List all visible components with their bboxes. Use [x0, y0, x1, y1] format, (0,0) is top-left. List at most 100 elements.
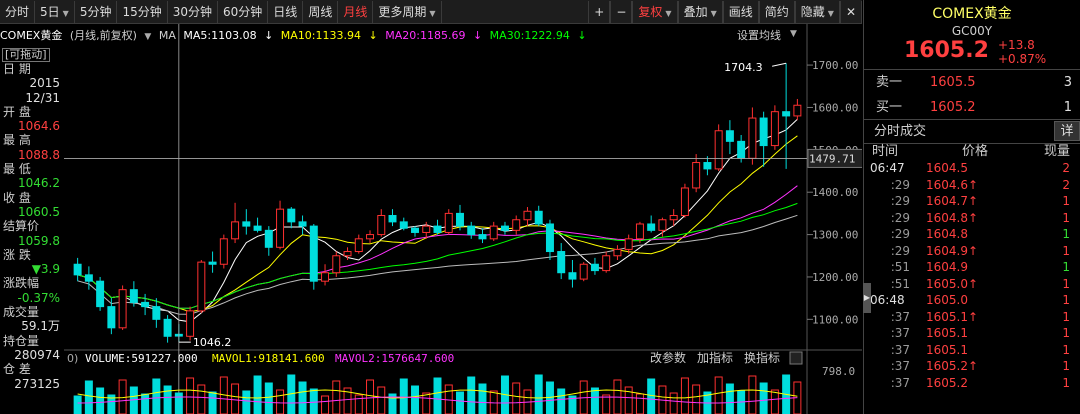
tick-row: :29 1604.8 1	[864, 226, 1080, 243]
tick-time: 06:47	[870, 161, 905, 175]
quote-header: COMEX黄金 GC00Y 1605.2 +13.8 +0.87%	[864, 0, 1080, 70]
up-arrow-icon: ↑	[968, 276, 979, 291]
tick-row: :29 1604.6↑ 2	[864, 177, 1080, 194]
period-tab[interactable]: 月线	[338, 0, 374, 23]
caret-down-icon: ▼	[665, 8, 672, 18]
candle-body	[534, 210, 543, 225]
caret-down-icon: ▼	[62, 8, 69, 18]
period-tab[interactable]: 5日 ▼	[35, 0, 75, 23]
period-tab[interactable]: 60分钟	[218, 0, 269, 23]
volume-bar	[647, 378, 656, 414]
candle-body	[388, 215, 397, 223]
period-tab[interactable]: 15分钟	[117, 0, 168, 23]
mavol1-label: MAVOL1:918141.600	[212, 352, 325, 365]
candle-body	[613, 248, 622, 257]
toolbar-button[interactable]: 复权 ▼	[632, 0, 678, 23]
col-price: 价格	[962, 144, 989, 159]
tick-price-cell: 1605.1	[926, 342, 968, 359]
tick-list[interactable]: 06:47 1604.5 2:29 1604.6↑ 2:29 1604.7↑ 1:29 160…	[864, 160, 1080, 391]
tick-price-cell: 1605.0↑	[926, 276, 978, 293]
price-change: +13.8 +0.87%	[998, 38, 1046, 66]
period-tab[interactable]: 日线	[268, 0, 304, 23]
tick-column-headers: 时间 价格 现量	[864, 144, 1080, 160]
toolbar-button[interactable]: 叠加 ▼	[677, 0, 723, 23]
info-row: 仓 差	[0, 362, 62, 376]
instrument-code: GC00Y	[951, 24, 993, 38]
tick-time: :29	[890, 194, 910, 208]
period-tab[interactable]: 5分钟	[75, 0, 118, 23]
tick-price-cell: 1604.5	[926, 160, 968, 177]
candle-body	[422, 225, 431, 233]
close-icon[interactable]	[789, 351, 803, 365]
info-label: 日 期	[3, 62, 31, 76]
collapse-arrow-icon[interactable]: ▶	[863, 283, 871, 313]
info-row: 1088.8	[0, 148, 62, 162]
tick-row: :51 1605.0↑ 1	[864, 276, 1080, 293]
period-tab[interactable]: 周线	[303, 0, 339, 23]
volume-bar	[411, 385, 419, 414]
volume-bar	[545, 381, 554, 414]
tick-volume: 1	[1062, 194, 1070, 208]
tick-volume: 1	[1062, 210, 1070, 225]
info-label: 成交量	[3, 305, 40, 320]
volume-bar	[141, 393, 150, 414]
info-value: 1059.8	[18, 233, 60, 248]
toolbar-button[interactable]: 简约	[758, 0, 795, 23]
toolbar-button[interactable]: 隐藏 ▼	[794, 0, 840, 23]
candle-body	[602, 255, 611, 272]
kline-chart[interactable]: 1700.001600.001500.001400.001300.001200.…	[0, 24, 862, 414]
period-tab[interactable]: 分时	[0, 0, 36, 23]
tick-price: 1604.8	[926, 227, 968, 241]
tick-price-cell: 1604.9↑	[926, 243, 978, 260]
volume-bar	[748, 375, 757, 414]
detail-button[interactable]: 详	[1054, 121, 1080, 141]
volume-bar	[231, 383, 240, 414]
candle-body	[669, 215, 678, 221]
candle-body	[793, 104, 802, 117]
info-label: 持仓量	[3, 333, 40, 348]
volume-bar	[152, 378, 161, 414]
tick-time: :37	[890, 375, 910, 390]
volume-bar	[253, 375, 262, 414]
toolbar-button[interactable]: +	[588, 0, 611, 23]
tick-price-cell: 1604.7↑	[926, 193, 978, 210]
candle-body	[714, 130, 723, 170]
tick-price: 1604.6	[926, 177, 968, 192]
tick-volume: 2	[1062, 177, 1070, 192]
volume-bar	[377, 386, 386, 414]
info-value: 2015	[29, 76, 60, 91]
tick-price: 1605.2	[926, 375, 968, 390]
period-toolbar: 分时 5日 ▼ 5分钟 15分钟 30分钟 60分钟 日线 周线 月线 更多周期 ▼ + − 复权 ▼ 叠加 ▼ 画…	[0, 0, 862, 24]
volume-indicator-button[interactable]: 改参数	[650, 350, 686, 365]
tick-time: :37	[890, 342, 910, 357]
tick-price-cell: 1604.6↑	[926, 177, 978, 194]
toolbar-button-label: 画线	[728, 4, 753, 19]
volume-bar	[298, 381, 307, 414]
toolbar-button[interactable]: −	[610, 0, 633, 23]
volume-bar	[399, 378, 408, 414]
toolbar-button[interactable]: 画线	[722, 0, 759, 23]
info-row: 最 低	[0, 162, 62, 176]
volume-bar	[725, 383, 734, 414]
candle-body	[152, 306, 161, 320]
volume-bar	[84, 380, 93, 414]
tick-trades-header: 分时成交 详	[864, 120, 1080, 144]
info-value: 59.1万	[21, 319, 60, 334]
candle-body	[680, 187, 689, 217]
volume-indicator-button[interactable]: 换指标	[744, 350, 780, 365]
period-tab[interactable]: 更多周期 ▼	[373, 0, 442, 23]
tick-price: 1604.5	[926, 161, 968, 175]
period-tab[interactable]: 30分钟	[168, 0, 219, 23]
volume-bar	[174, 392, 183, 414]
bar-info-panel[interactable]: [可拖动] 日 期 2015 12/31 开 盘 1064.6 最 高 1088.8 最 低1…	[0, 46, 62, 391]
volume-indicator-button[interactable]: 加指标	[697, 350, 733, 365]
toolbar-button-label: −	[616, 4, 627, 19]
volume-bar	[602, 394, 611, 414]
drag-handle[interactable]: [可拖动]	[2, 48, 50, 62]
close-icon[interactable]: ✕	[839, 0, 862, 23]
volume-bar	[680, 377, 689, 414]
info-row: 日 期	[0, 62, 62, 76]
candle-body	[242, 221, 251, 227]
info-value: 280974	[14, 347, 60, 362]
candle-body	[467, 225, 476, 236]
